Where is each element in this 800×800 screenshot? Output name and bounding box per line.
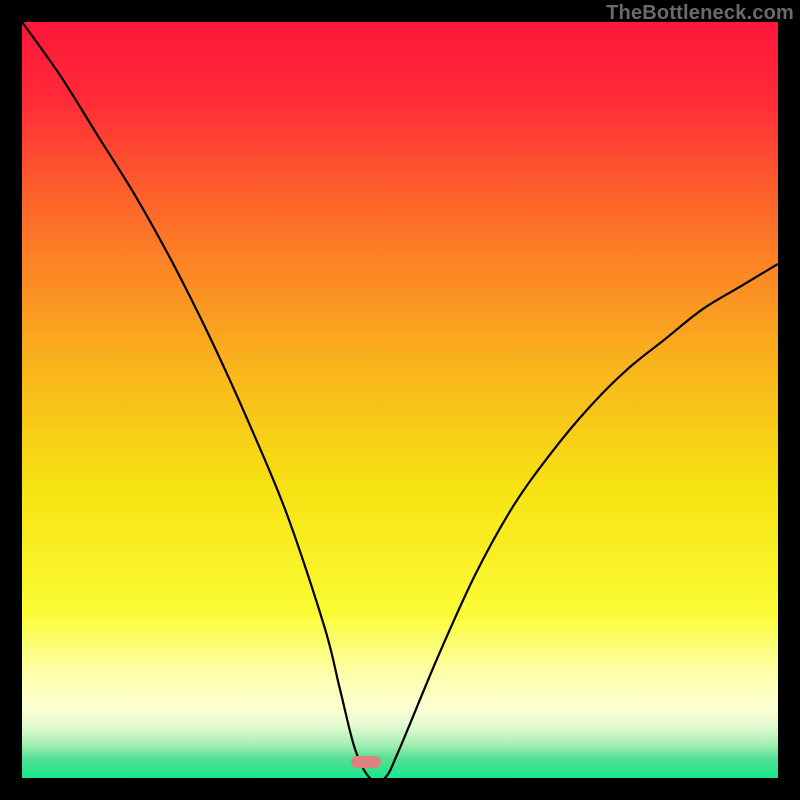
watermark-text: TheBottleneck.com <box>606 2 794 25</box>
plot-area <box>22 22 778 778</box>
curve-layer <box>22 22 778 778</box>
bottleneck-curve <box>22 22 778 778</box>
optimal-point-marker <box>351 756 381 768</box>
chart-container: TheBottleneck.com <box>0 0 800 800</box>
